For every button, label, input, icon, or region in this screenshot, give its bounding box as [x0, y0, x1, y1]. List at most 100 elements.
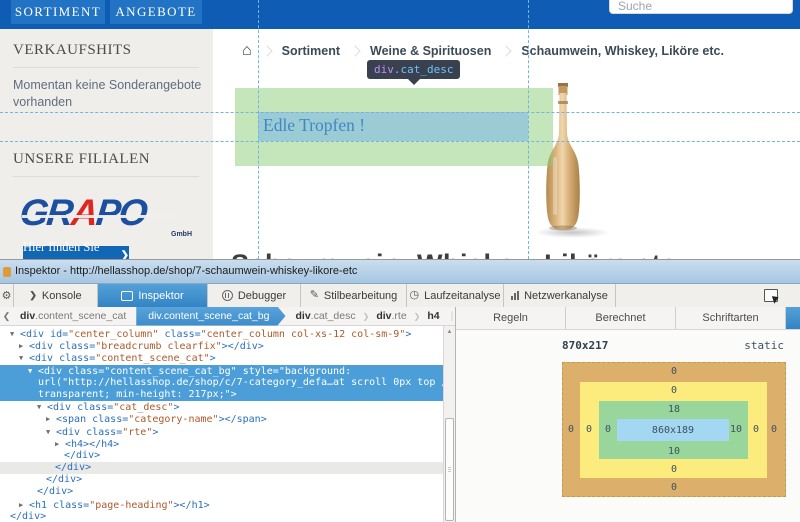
markup-row[interactable]: ▶ <div class="breadcrumb clearfix"></div> [0, 340, 455, 352]
inspector-icon [121, 290, 134, 301]
margin-left-value: 0 [567, 424, 575, 435]
devtools-window: Inspektor - http://hellasshop.de/shop/7-… [0, 259, 800, 522]
store-button-label: Hier finden Sie uns [23, 240, 100, 259]
tab-laufzeitanalyse[interactable]: ◷ Laufzeitanalyse [407, 284, 504, 307]
markup-row[interactable]: ▼ <div class="content_scene_cat_bg" style… [0, 364, 455, 377]
logo-gmbh: GmbH [171, 231, 192, 238]
crumb-tag: div [20, 310, 36, 322]
tab-label: Inspektor [138, 289, 184, 302]
markup-row[interactable]: url("http://hellasshop.de/shop/c/7-categ… [0, 376, 455, 389]
promo-line-2: vorhanden [13, 95, 73, 109]
gear-icon[interactable]: ⚙ [0, 284, 14, 307]
markup-row[interactable]: </div> [0, 511, 455, 522]
tab-netzwerkanalyse[interactable]: Netzwerkanalyse [504, 284, 616, 307]
markup-row[interactable]: ▼ <div class="content_scene_cat"> [0, 352, 455, 364]
devtools-toolbar: ⚙ ❯ Konsole Inspektor Debugger ✎ Stilbea… [0, 284, 800, 307]
tab-label: Debugger [237, 289, 287, 302]
tab-debugger[interactable]: Debugger [208, 284, 301, 307]
nav-tab-angebote[interactable]: ANGEBOTE [110, 0, 202, 24]
box-model-content[interactable]: 860x189 [617, 419, 729, 441]
padding-left-value: 0 [604, 424, 612, 435]
crumb-content-scene-cat[interactable]: div.content_scene_cat [13, 310, 133, 322]
tab-konsole[interactable]: ❯ Konsole [14, 284, 98, 307]
margin-bottom-value: 0 [670, 482, 678, 493]
padding-right-value: 10 [729, 424, 743, 435]
tab-inspektor[interactable]: Inspektor [98, 284, 208, 307]
sales-hits-heading: VERKAUFSHITS [13, 42, 132, 58]
crumb-tag: div [376, 310, 392, 322]
grapo-logo-text: GRAPO [18, 191, 201, 235]
tab-stilbearbeitung[interactable]: ✎ Stilbearbeitung [301, 284, 407, 307]
breadcrumb-item-schaumwein[interactable]: Schaumwein, Whiskey, Liköre etc. [521, 44, 724, 58]
padding-bottom-value: 10 [667, 446, 681, 457]
promo-line-1: Momentan keine Sonderangebote [13, 78, 202, 92]
devtools-breadcrumb-bar: ❮ div.content_scene_cat div.content_scen… [0, 307, 514, 326]
border-top-value: 0 [670, 385, 678, 396]
devtools-titlebar[interactable]: Inspektor - http://hellasshop.de/shop/7-… [0, 260, 800, 284]
promo-text: Momentan keine Sonderangebote vorhanden [13, 77, 201, 111]
markup-scrollbar[interactable]: ▲ [443, 326, 455, 522]
box-model-dimensions: 870x217 [562, 339, 609, 352]
element-picker-icon[interactable] [764, 289, 778, 302]
network-icon [511, 291, 520, 300]
tab-label: Netzwerkanalyse [524, 289, 608, 302]
clock-icon: ◷ [409, 289, 420, 301]
store-locator-button[interactable]: Hier finden Sie uns ❯ [23, 240, 129, 259]
markup-row[interactable]: ▼ <div id="center_column" class="center_c… [0, 328, 455, 340]
crumb-rte[interactable]: div.rte [369, 310, 413, 322]
markup-row[interactable]: </div> [0, 462, 455, 475]
crumb-class: .cat_desc [310, 310, 356, 322]
pencil-icon: ✎ [309, 289, 319, 301]
grapo-logo[interactable]: GRAPO GmbH [18, 191, 201, 241]
tab-schriftarten[interactable]: Schriftarten [676, 307, 786, 329]
breadcrumb-back-icon[interactable]: ❮ [0, 311, 13, 322]
markup-row[interactable]: ▶ <h1 class="page-heading"></h1> [0, 499, 455, 511]
box-model-view: 870x217 static 860x189 0 0 18 10 0 0 0 0… [456, 330, 800, 522]
devtools-window-icon [3, 267, 11, 277]
logo-po: PO [94, 192, 148, 233]
margin-top-value: 0 [670, 366, 678, 377]
markup-row[interactable]: </div> [0, 450, 455, 462]
markup-row[interactable]: ▼ <div class="rte"> [0, 426, 455, 438]
chevron-separator-icon: ❯ [413, 311, 421, 321]
guide-vertical-right [528, 0, 529, 259]
markup-row[interactable]: ▼ <div class="cat_desc"> [0, 401, 455, 413]
scrollbar-thumb[interactable] [445, 418, 454, 521]
guide-horizontal-top [0, 112, 800, 113]
crumb-cat-desc[interactable]: div.cat_desc [289, 310, 363, 322]
markup-row[interactable]: </div> [0, 474, 455, 486]
margin-right-value: 0 [770, 424, 778, 435]
tab-box-modell-partial[interactable] [786, 307, 800, 329]
chevron-separator-icon: ❯ [362, 311, 370, 321]
breadcrumb-item-sortiment[interactable]: Sortiment [282, 44, 340, 58]
tab-regeln[interactable]: Regeln [456, 307, 566, 329]
tab-berechnet[interactable]: Berechnet [566, 307, 676, 329]
chevron-separator-icon [500, 45, 513, 57]
crumb-content-scene-cat-bg-selected[interactable]: div.content_scene_cat_bg [136, 307, 285, 326]
crumb-class: .content_scene_cat_bg [160, 309, 270, 322]
crumb-tag: div [148, 309, 161, 322]
markup-tree[interactable]: ▼ <div id="center_column" class="center_c… [0, 326, 455, 522]
crumb-h4[interactable]: h4 [420, 310, 446, 322]
markup-row[interactable]: ▶ <h4></h4> [0, 438, 455, 450]
logo-gr: GR [17, 192, 74, 233]
devtools-window-title: Inspektor - http://hellasshop.de/shop/7-… [15, 265, 358, 277]
border-bottom-value: 0 [670, 464, 678, 475]
home-icon[interactable]: ⌂ [242, 43, 252, 59]
markup-row[interactable]: transparent; min-height: 217px;"> [0, 388, 455, 402]
scrollbar-up-icon[interactable]: ▲ [444, 326, 455, 338]
divider [13, 67, 199, 68]
site-top-nav: SORTIMENT ANGEBOTE [0, 0, 800, 29]
tab-label: Stilbearbeitung [323, 289, 398, 302]
guide-vertical-left [258, 0, 259, 259]
markup-row[interactable]: ▶ <span class="category-name"></span> [0, 413, 455, 425]
browser-viewport: SORTIMENT ANGEBOTE VERKAUFSHITS Momentan… [0, 0, 800, 259]
chevron-separator-icon [261, 45, 273, 57]
search-input[interactable] [609, 0, 793, 14]
breadcrumb-item-weine[interactable]: Weine & Spirituosen [370, 44, 491, 58]
sidebar-pane: Regeln Berechnet Schriftarten 870x217 st… [456, 307, 800, 522]
tab-label: Laufzeitanalyse [424, 289, 501, 302]
chevron-separator-icon [349, 45, 361, 57]
markup-row[interactable]: </div> [0, 486, 455, 498]
nav-tab-sortiment[interactable]: SORTIMENT [11, 0, 105, 24]
